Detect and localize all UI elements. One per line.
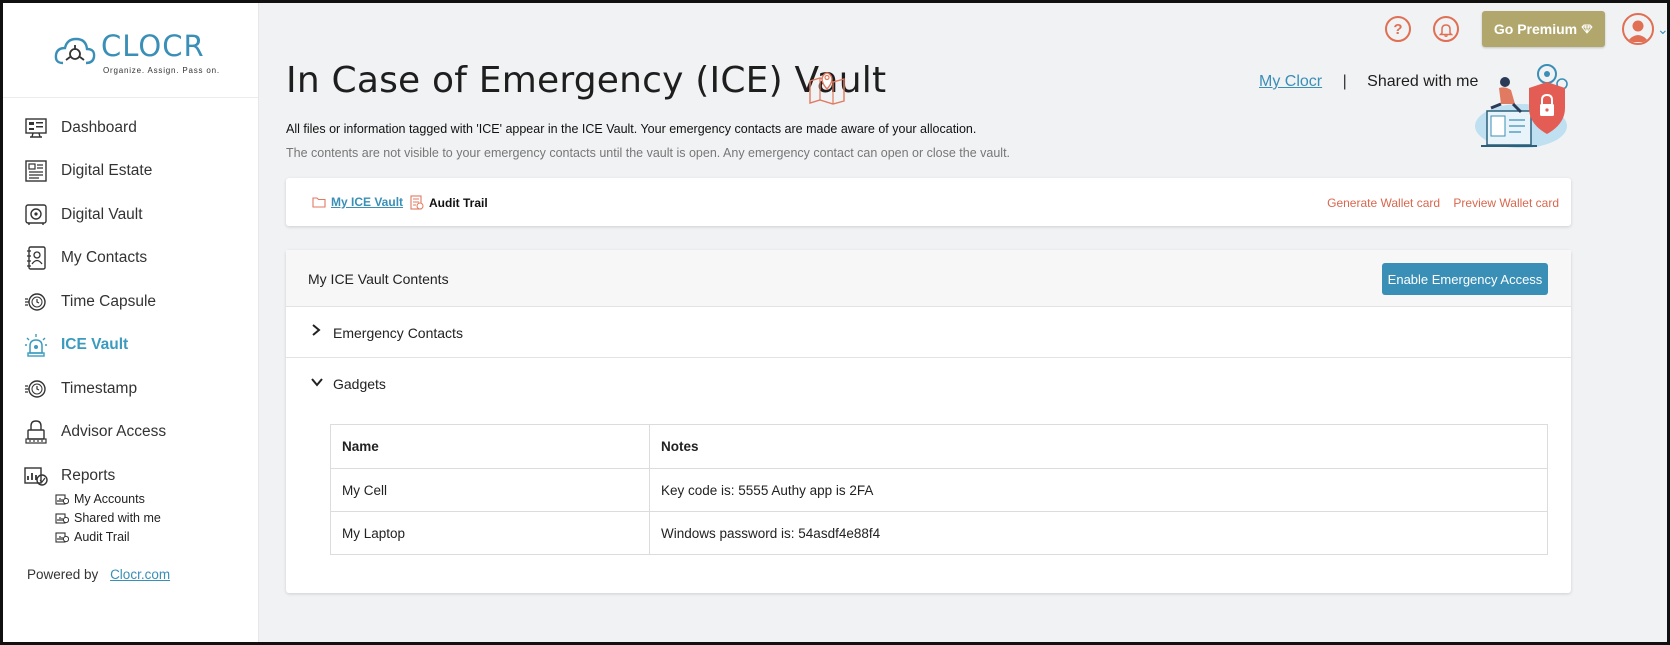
bell-icon (1439, 23, 1453, 37)
sidebar: CLOCR Organize. Assign. Pass on. Dashboa… (3, 3, 259, 642)
sidebar-item-label: Advisor Access (61, 423, 167, 441)
shared-with-me-link[interactable]: Shared with me (1367, 73, 1478, 90)
brand-logo[interactable]: CLOCR Organize. Assign. Pass on. (53, 29, 223, 79)
dashboard-icon (23, 115, 49, 141)
column-header-name[interactable]: Name (330, 424, 650, 469)
tab-label: My ICE Vault (331, 195, 404, 209)
sidebar-subitem-shared-with-me[interactable]: Shared with me (55, 509, 253, 528)
sidebar-item-ice-vault[interactable]: ICE Vault (23, 324, 253, 368)
reports-icon (23, 463, 49, 489)
sidebar-subitem-label: Shared with me (74, 511, 161, 525)
view-switch: My Clocr | Shared with me (1259, 73, 1478, 91)
user-icon (1627, 20, 1649, 42)
page-note: The contents are not visible to your eme… (286, 146, 1011, 160)
accordion-gadgets[interactable]: Gadgets (286, 358, 1571, 409)
tab-label: Audit Trail (429, 196, 488, 210)
help-button[interactable]: ? (1385, 16, 1411, 42)
link-separator: | (1342, 73, 1347, 90)
generate-wallet-card-link[interactable]: Generate Wallet card (1327, 196, 1440, 210)
time-capsule-icon (23, 289, 49, 315)
sidebar-item-label: My Contacts (61, 249, 148, 267)
cell-notes: Key code is: 5555 Authy app is 2FA (649, 468, 1548, 512)
notifications-button[interactable] (1433, 16, 1459, 42)
page-title: In Case of Emergency (ICE) Vault (286, 60, 887, 101)
sidebar-item-timestamp[interactable]: Timestamp (23, 367, 253, 411)
vault-tabbar: My ICE Vault Audit Trail Generate Wallet… (286, 178, 1571, 226)
tab-my-ice-vault[interactable]: My ICE Vault (312, 195, 403, 209)
sidebar-item-label: Reports (61, 466, 116, 484)
folder-icon (312, 196, 326, 208)
panel-header: My ICE Vault Contents Enable Emergency A… (286, 250, 1571, 307)
panel-title: My ICE Vault Contents (308, 271, 449, 287)
help-icon: ? (1393, 20, 1403, 38)
sidebar-nav: Dashboard Digital Estate Digital Vault M… (23, 106, 253, 547)
sidebar-subitem-label: My Accounts (74, 492, 145, 506)
sidebar-item-time-capsule[interactable]: Time Capsule (23, 280, 253, 324)
report-doc-icon (55, 511, 71, 525)
accordion-emergency-contacts[interactable]: Emergency Contacts (286, 307, 1571, 358)
go-premium-label: Go Premium (1493, 21, 1578, 37)
vault-icon (23, 202, 49, 228)
table-header-row: Name Notes (330, 424, 1548, 469)
tab-audit-trail[interactable]: Audit Trail (410, 195, 488, 211)
audit-icon (410, 195, 424, 211)
user-avatar[interactable] (1622, 13, 1654, 45)
app-window: CLOCR Organize. Assign. Pass on. Dashboa… (0, 0, 1670, 645)
digital-estate-icon (23, 158, 49, 184)
page-description: All files or information tagged with 'IC… (286, 122, 977, 136)
my-clocr-link[interactable]: My Clocr (1259, 73, 1322, 90)
brand-name: CLOCR (101, 29, 205, 63)
wallet-links: Generate Wallet card Preview Wallet card (1317, 196, 1559, 210)
cell-notes: Windows password is: 54asdf4e88f4 (649, 511, 1548, 555)
go-premium-button[interactable]: Go Premium (1482, 11, 1605, 47)
cell-name: My Cell (330, 468, 650, 512)
diamond-icon (1581, 24, 1593, 34)
sidebar-item-advisor-access[interactable]: Advisor Access (23, 411, 253, 455)
vault-contents-panel: My ICE Vault Contents Enable Emergency A… (286, 250, 1571, 593)
advisor-lock-icon (23, 419, 49, 445)
cell-name: My Laptop (330, 511, 650, 555)
sidebar-item-label: Digital Vault (61, 205, 143, 223)
main-content: ? Go Premium ⌄ In Case of Emergency (ICE… (259, 3, 1667, 642)
table-row[interactable]: My Cell Key code is: 5555 Authy app is 2… (330, 468, 1548, 512)
timestamp-icon (23, 376, 49, 402)
sidebar-item-label: ICE Vault (61, 336, 129, 354)
chevron-down-icon (311, 374, 323, 390)
sidebar-item-my-contacts[interactable]: My Contacts (23, 237, 253, 281)
reports-subnav: My Accounts Shared with me Audit Trail (55, 490, 253, 547)
gadgets-table: Name Notes My Cell Key code is: 5555 Aut… (330, 424, 1548, 555)
divider (3, 97, 258, 98)
clocr-link[interactable]: Clocr.com (110, 567, 170, 582)
powered-by: Powered by Clocr.com (27, 567, 170, 582)
column-header-notes[interactable]: Notes (649, 424, 1548, 469)
sidebar-item-label: Dashboard (61, 118, 137, 136)
chevron-right-icon (311, 323, 321, 339)
map-pin-icon (809, 72, 845, 105)
enable-emergency-access-button[interactable]: Enable Emergency Access (1382, 263, 1548, 295)
topbar: ? Go Premium ⌄ (1337, 11, 1667, 47)
chevron-down-icon[interactable]: ⌄ (1657, 21, 1667, 38)
table-row[interactable]: My Laptop Windows password is: 54asdf4e8… (330, 511, 1548, 555)
cloud-logo-icon (54, 37, 96, 65)
preview-wallet-card-link[interactable]: Preview Wallet card (1453, 196, 1559, 210)
accordion-label: Gadgets (333, 376, 386, 392)
sidebar-subitem-audit-trail[interactable]: Audit Trail (55, 528, 253, 547)
sidebar-subitem-label: Audit Trail (74, 530, 130, 544)
report-doc-icon (55, 492, 71, 506)
sidebar-subitem-my-accounts[interactable]: My Accounts (55, 490, 253, 509)
sidebar-item-label: Digital Estate (61, 162, 153, 180)
ice-siren-icon (23, 332, 49, 358)
brand-tagline: Organize. Assign. Pass on. (103, 66, 220, 75)
sidebar-item-label: Timestamp (61, 379, 138, 397)
sidebar-item-dashboard[interactable]: Dashboard (23, 106, 253, 150)
security-illustration (1475, 64, 1568, 148)
contacts-icon (23, 245, 49, 271)
accordion-label: Emergency Contacts (333, 325, 463, 341)
sidebar-item-label: Time Capsule (61, 292, 157, 310)
report-doc-icon (55, 530, 71, 544)
powered-by-text: Powered by (27, 567, 99, 582)
sidebar-item-digital-estate[interactable]: Digital Estate (23, 150, 253, 194)
sidebar-item-digital-vault[interactable]: Digital Vault (23, 193, 253, 237)
